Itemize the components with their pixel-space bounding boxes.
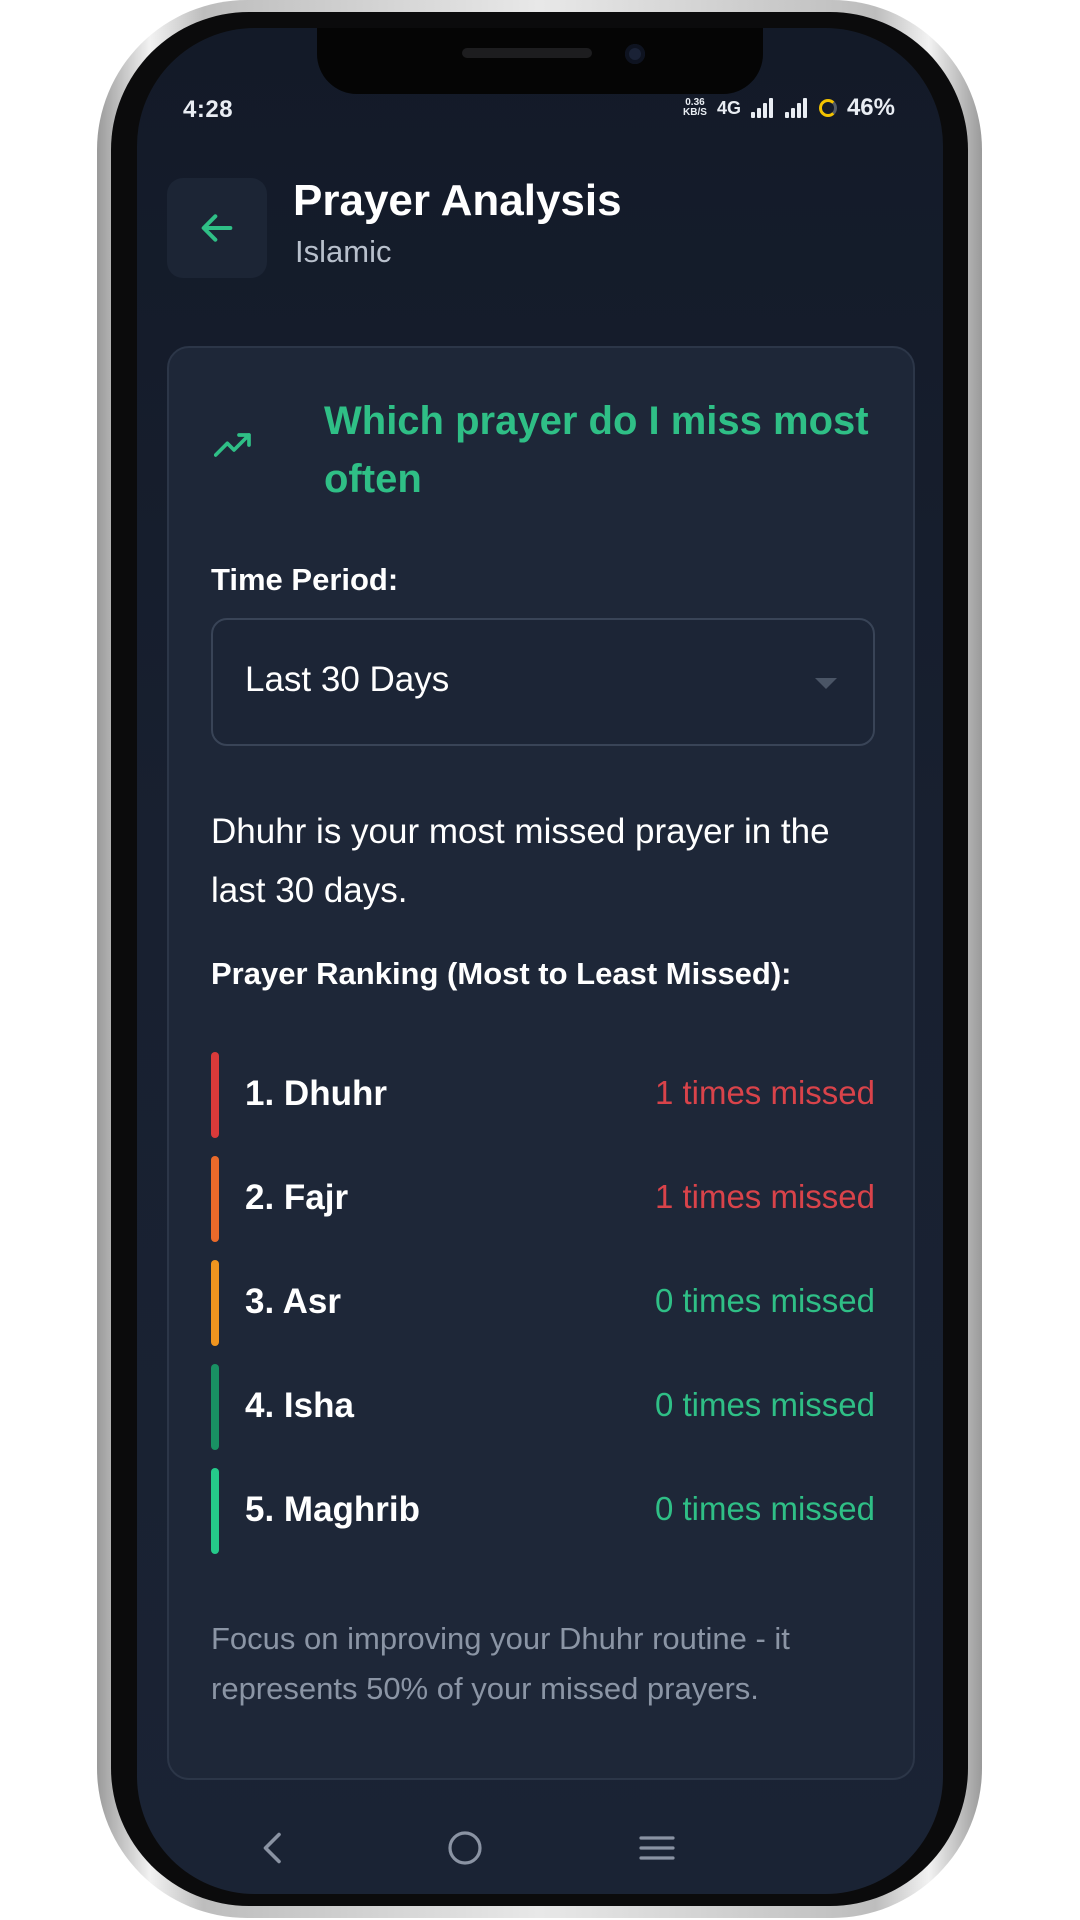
front-camera [625, 44, 645, 64]
ranking-row: 5. Maghrib 0 times missed [211, 1460, 875, 1564]
ranking-row: 1. Dhuhr 1 times missed [211, 1044, 875, 1148]
net-speed-unit: KB/S [683, 107, 707, 118]
time-period-select[interactable]: Last 30 Days [211, 618, 875, 746]
page-subtitle: Islamic [295, 234, 392, 269]
battery-icon [818, 99, 837, 117]
rank-indicator-bar [211, 1468, 219, 1554]
camera-notch [317, 28, 763, 94]
system-nav-bar [137, 1818, 943, 1888]
ranking-row: 3. Asr 0 times missed [211, 1252, 875, 1356]
ranking-label: Prayer Ranking (Most to Least Missed): [211, 956, 792, 991]
ranking-prayer-name: 5. Maghrib [245, 1490, 421, 1529]
rank-indicator-bar [211, 1260, 219, 1346]
ranking-prayer-name: 4. Isha [245, 1386, 354, 1425]
nav-back-button[interactable] [233, 1818, 313, 1878]
status-time: 4:28 [183, 96, 234, 123]
menu-lines-icon [639, 1836, 675, 1860]
analysis-card: Which prayer do I miss most often Time P… [167, 346, 915, 1780]
app-screen: 4:28 0.36 KB/S 4G 46% Prayer Analysis Is… [137, 28, 943, 1894]
ranking-prayer-name: 1. Dhuhr [245, 1074, 387, 1113]
ranking-row: 4. Isha 0 times missed [211, 1356, 875, 1460]
trending-up-icon [214, 433, 251, 457]
improvement-tip: Focus on improving your Dhuhr routine - … [211, 1621, 790, 1706]
ranking-prayer-name: 2. Fajr [245, 1178, 349, 1217]
net-speed: 0.36 KB/S [683, 98, 707, 118]
ranking-row: 2. Fajr 1 times missed [211, 1148, 875, 1252]
time-period-label: Time Period: [211, 562, 399, 597]
chevron-left-icon [263, 1832, 281, 1864]
nav-menu-button[interactable] [617, 1818, 697, 1878]
summary-text: Dhuhr is your most missed prayer in the … [211, 812, 830, 910]
signal-icon [750, 98, 775, 118]
time-period-value: Last 30 Days [245, 660, 450, 699]
ranking-missed-count: 1 times missed [654, 1074, 875, 1111]
prayer-ranking-list: 1. Dhuhr 1 times missed 2. Fajr 1 times … [211, 1044, 875, 1564]
caret-down-icon [815, 678, 837, 689]
ranking-missed-count: 0 times missed [654, 1386, 875, 1423]
battery-percent: 46% [846, 94, 895, 121]
ranking-prayer-name: 3. Asr [245, 1282, 341, 1321]
ranking-missed-count: 0 times missed [654, 1282, 875, 1319]
ranking-missed-count: 0 times missed [654, 1490, 875, 1527]
rank-indicator-bar [211, 1156, 219, 1242]
ranking-missed-count: 1 times missed [654, 1178, 875, 1215]
app-header: Prayer Analysis Islamic [137, 176, 943, 298]
nav-home-button[interactable] [425, 1818, 505, 1878]
card-title: Which prayer do I miss most often [324, 399, 869, 501]
back-button[interactable] [167, 178, 267, 278]
network-type: 4G [716, 97, 741, 118]
signal-icon [784, 98, 809, 118]
arrow-left-icon [201, 214, 233, 242]
rank-indicator-bar [211, 1364, 219, 1450]
rank-indicator-bar [211, 1052, 219, 1138]
page-title: Prayer Analysis [293, 176, 622, 225]
speaker-grille [462, 48, 592, 58]
status-icons: 0.36 KB/S 4G 46% [683, 94, 895, 122]
circle-home-icon [448, 1831, 482, 1865]
